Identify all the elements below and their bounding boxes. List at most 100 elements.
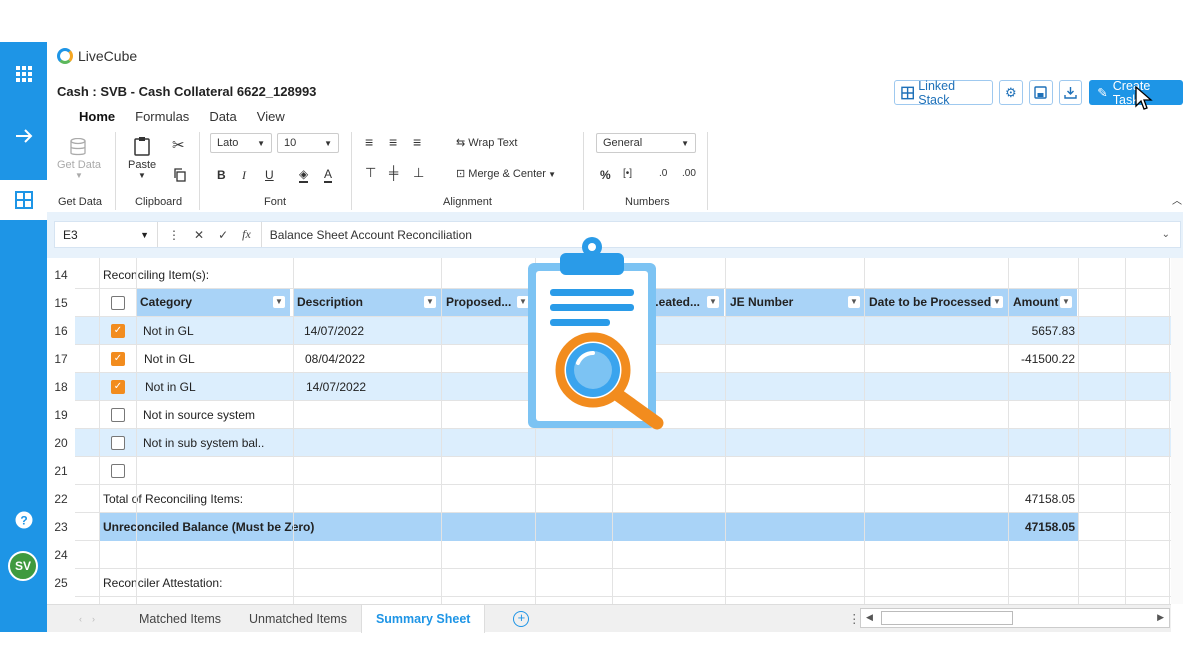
align-bottom-icon[interactable]: ⊥ <box>413 165 424 181</box>
cell-category[interactable]: Not in GL <box>145 373 196 401</box>
font-color-icon[interactable]: A <box>324 167 333 183</box>
database-icon <box>70 138 86 156</box>
decrease-decimal-icon[interactable]: .0 <box>659 168 667 179</box>
more-icon[interactable]: ⋮ <box>168 228 180 242</box>
scrollbar-thumb[interactable] <box>881 611 1013 625</box>
menu-home[interactable]: Home <box>79 109 115 124</box>
horizontal-scrollbar[interactable]: ◀ ▶ <box>860 608 1170 628</box>
align-top-icon[interactable]: ⊤ <box>365 165 376 181</box>
bold-icon[interactable]: B <box>217 168 226 182</box>
function-icon[interactable]: fx <box>242 227 251 242</box>
chevron-down-icon: ▼ <box>140 229 149 240</box>
add-sheet-icon[interactable]: + <box>513 610 530 627</box>
svg-text:?: ? <box>20 514 27 528</box>
cell-category[interactable]: Not in source system <box>143 401 255 429</box>
spreadsheet-icon[interactable] <box>0 180 47 220</box>
save-button[interactable] <box>1028 80 1053 105</box>
row-checkbox[interactable] <box>111 408 125 422</box>
get-data-button[interactable]: Get Data <box>57 159 101 171</box>
save-icon <box>1034 86 1047 99</box>
group-font: Font <box>264 196 287 208</box>
cell-description[interactable]: 14/07/2022 <box>306 373 366 401</box>
cell-amount[interactable]: 5657.83 <box>1009 317 1075 345</box>
arrow-right-icon[interactable] <box>0 116 47 156</box>
more-options-icon[interactable]: ⋮ <box>848 611 861 626</box>
header-je-number[interactable]: JE Number ▼ <box>726 289 865 316</box>
cancel-icon[interactable]: ✕ <box>194 228 204 242</box>
cell-amount[interactable]: -41500.22 <box>1009 345 1075 373</box>
cell-category[interactable]: Not in GL <box>144 345 195 373</box>
row-number: 24 <box>47 541 75 569</box>
row-checkbox[interactable]: ✓ <box>111 352 125 366</box>
filter-dropdown-icon: ▼ <box>1060 296 1072 308</box>
number-format-select[interactable]: General ▼ <box>596 133 696 153</box>
row-checkbox[interactable]: ✓ <box>111 324 125 338</box>
vertical-scrollbar[interactable] <box>1171 258 1183 604</box>
cell-category[interactable]: Not in sub system bal.. <box>143 429 264 457</box>
cell-unreconciled-label[interactable]: Unreconciled Balance (Must be Zero) <box>103 513 314 541</box>
cell-description[interactable]: 14/07/2022 <box>304 317 364 345</box>
cell-description[interactable]: 08/04/2022 <box>305 345 365 373</box>
apps-grid-icon[interactable] <box>0 54 47 94</box>
cell-category[interactable]: Not in GL <box>143 317 194 345</box>
row-checkbox[interactable] <box>111 464 125 478</box>
confirm-icon[interactable]: ✓ <box>218 228 228 242</box>
cell-reference-select[interactable]: E3 ▼ <box>55 222 158 247</box>
cell-amount[interactable] <box>1009 373 1075 401</box>
select-all-checkbox[interactable] <box>111 296 125 310</box>
merge-center-button[interactable]: ⊡ Merge & Center ▼ <box>456 167 556 180</box>
help-icon[interactable]: ? <box>0 500 47 540</box>
menu-data[interactable]: Data <box>209 109 236 124</box>
percent-icon[interactable]: % <box>600 168 611 182</box>
left-nav-rail: ? <box>0 42 47 632</box>
tab-summary-sheet[interactable]: Summary Sheet <box>360 604 486 633</box>
tab-matched-items[interactable]: Matched Items <box>125 605 235 633</box>
header-category[interactable]: Category ▼ <box>136 289 290 316</box>
formula-input[interactable]: Balance Sheet Account Reconciliation <box>262 228 1162 242</box>
cell-total-value[interactable]: 47158.05 <box>1009 485 1075 513</box>
menu-formulas[interactable]: Formulas <box>135 109 189 124</box>
header-description[interactable]: Description ▼ <box>293 289 441 316</box>
tab-unmatched-items[interactable]: Unmatched Items <box>235 605 361 633</box>
cell-attestation-label[interactable]: Reconciler Attestation: <box>103 569 222 597</box>
cell-total-label[interactable]: Total of Reconciling Items: <box>103 485 243 513</box>
avatar[interactable]: SV <box>8 551 38 581</box>
align-middle-icon[interactable]: ╪ <box>389 165 398 180</box>
align-center-icon[interactable]: ≡ <box>389 134 397 150</box>
align-right-icon[interactable]: ≡ <box>413 134 421 150</box>
next-sheet-icon[interactable]: › <box>92 614 125 624</box>
cell-reconciling-items-label[interactable]: Reconciling Item(s): <box>103 261 209 289</box>
font-size-select[interactable]: 10 ▼ <box>277 133 339 153</box>
header-date-to-be-processed[interactable]: Date to be Processed ▼ <box>865 289 1008 316</box>
align-left-icon[interactable]: ≡ <box>365 134 373 150</box>
menu-view[interactable]: View <box>257 109 285 124</box>
chevron-down-icon[interactable]: ⌄ <box>1162 229 1180 240</box>
linked-stack-button[interactable]: Linked Stack <box>894 79 993 107</box>
italic-icon[interactable]: I <box>242 168 246 183</box>
clipboard-search-icon <box>528 237 664 430</box>
download-button[interactable] <box>1058 80 1083 105</box>
underline-icon[interactable]: U <box>265 168 274 182</box>
cell-unreconciled-value[interactable]: 47158.05 <box>1009 513 1075 541</box>
increase-decimal-icon[interactable]: .00 <box>682 168 696 179</box>
row-checkbox[interactable] <box>111 436 125 450</box>
header-amount[interactable]: Amount ▼ <box>1009 289 1077 316</box>
group-alignment: Alignment <box>443 196 492 208</box>
paste-button[interactable]: Paste <box>128 159 156 171</box>
collapse-ribbon-icon[interactable]: ︿ <box>1172 192 1182 207</box>
row-checkbox[interactable]: ✓ <box>111 380 125 394</box>
copy-icon[interactable] <box>173 168 186 182</box>
pencil-icon: ✎ <box>1097 86 1108 100</box>
table-row: 20 Not in sub system bal.. <box>47 429 1171 457</box>
scissors-icon[interactable]: ✂ <box>172 136 185 154</box>
settings-button[interactable]: ⚙ <box>998 80 1023 105</box>
comma-icon[interactable]: [•] <box>623 168 632 179</box>
scroll-left-icon[interactable]: ◀ <box>866 612 873 623</box>
formula-icons: ⋮ ✕ ✓ fx <box>158 222 262 247</box>
scroll-right-icon[interactable]: ▶ <box>1157 612 1164 623</box>
font-family-select[interactable]: Lato ▼ <box>210 133 272 153</box>
wrap-text-button[interactable]: ⇆ Wrap Text <box>456 136 517 149</box>
fill-color-icon[interactable]: ◈ <box>299 167 309 183</box>
prev-sheet-icon[interactable]: ‹ <box>47 614 92 624</box>
download-icon <box>1064 87 1077 99</box>
